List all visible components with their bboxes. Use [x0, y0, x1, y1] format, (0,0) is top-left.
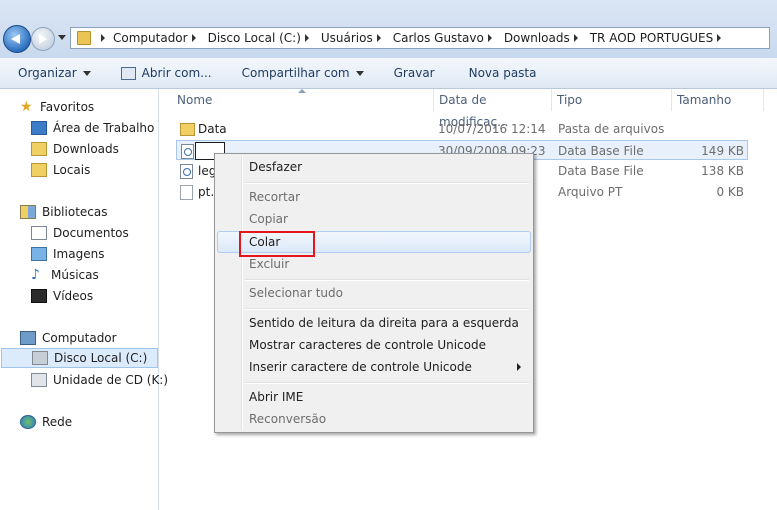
file-type: Pasta de arquivos: [558, 122, 665, 136]
navigation-pane: ★ Favoritos Área de Trabalho Downloads Lo…: [0, 89, 168, 510]
file-type: Arquivo PT: [558, 185, 623, 199]
nav-network[interactable]: Rede: [20, 412, 72, 432]
organize-button[interactable]: Organizar: [18, 66, 91, 80]
menu-item-select-all[interactable]: Selecionar tudo: [217, 282, 531, 304]
submenu-arrow-icon: [517, 363, 521, 371]
nav-computer[interactable]: Computador: [20, 328, 117, 348]
breadcrumb-item[interactable]: Usuários: [321, 31, 389, 45]
documents-icon: [31, 226, 47, 240]
cd-drive-icon: [31, 373, 47, 387]
chevron-down-icon: [355, 70, 364, 76]
menu-separator: [245, 382, 529, 384]
open-with-button[interactable]: Abrir com...: [120, 66, 212, 80]
nav-downloads[interactable]: Downloads: [31, 139, 119, 159]
nav-libraries[interactable]: Bibliotecas: [20, 202, 107, 222]
nav-local-disk[interactable]: Disco Local (C:): [1, 348, 158, 368]
menu-separator: [245, 308, 529, 310]
star-icon: ★: [20, 99, 33, 115]
breadcrumb-item[interactable]: Disco Local (C:): [208, 31, 317, 45]
nav-desktop[interactable]: Área de Trabalho: [31, 118, 154, 138]
file-name: Data: [198, 122, 227, 136]
menu-item-insert-unicode[interactable]: Inserir caractere de controle Unicode: [217, 356, 531, 378]
file-date: 10/07/2016 12:14: [438, 122, 546, 136]
menu-item-copy[interactable]: Copiar: [217, 208, 531, 230]
menu-item-undo[interactable]: Desfazer: [217, 156, 531, 178]
context-menu: Desfazer Recortar Copiar Colar Excluir S…: [214, 153, 534, 433]
file-size: 149 KB: [701, 144, 744, 158]
file-type: Data Base File: [558, 164, 644, 178]
breadcrumb-item[interactable]: TR AOD PORTUGUES: [590, 31, 730, 45]
window-icon: [120, 66, 136, 80]
menu-item-show-unicode[interactable]: Mostrar caracteres de controle Unicode: [217, 334, 531, 356]
chevron-right-icon[interactable]: [101, 34, 105, 42]
chevron-right-icon[interactable]: [191, 34, 196, 42]
column-header-type[interactable]: Tipo: [552, 89, 672, 111]
folder-icon: [77, 31, 91, 45]
recent-pages-dropdown[interactable]: [58, 35, 66, 40]
hard-drive-icon: [32, 351, 48, 365]
file-size: 0 KB: [716, 185, 744, 199]
desktop-icon: [31, 121, 47, 135]
menu-item-open-ime[interactable]: Abrir IME: [217, 386, 531, 408]
chevron-down-icon: [82, 70, 91, 76]
nav-images[interactable]: Imagens: [31, 244, 104, 264]
address-bar-area: Computador Disco Local (C:) Usuários Car…: [0, 0, 777, 58]
annotation-highlight-box: [239, 231, 315, 257]
file-icon: [180, 185, 193, 200]
folder-icon: [180, 123, 195, 136]
command-bar: Organizar Abrir com... Compartilhar com …: [0, 58, 777, 89]
database-file-icon: [181, 144, 194, 159]
chevron-right-icon[interactable]: [376, 34, 381, 42]
nav-favorites[interactable]: ★ Favoritos: [20, 97, 94, 117]
menu-item-reconversion[interactable]: Reconversão: [217, 408, 531, 430]
sort-ascending-icon: [298, 89, 306, 93]
nav-music[interactable]: ♪ Músicas: [31, 265, 99, 285]
libraries-icon: [20, 205, 36, 219]
menu-separator: [245, 279, 529, 281]
back-button[interactable]: [3, 25, 31, 53]
chevron-right-icon[interactable]: [573, 34, 578, 42]
file-size: 138 KB: [701, 164, 744, 178]
column-headers: Nome Data de modificaç... Tipo Tamanho: [159, 89, 777, 129]
nav-cd-drive[interactable]: Unidade de CD (K:): [31, 370, 168, 390]
menu-item-cut[interactable]: Recortar: [217, 186, 531, 208]
menu-item-rtl[interactable]: Sentido de leitura da direita para a esq…: [217, 312, 531, 334]
burn-button[interactable]: Gravar: [394, 66, 435, 80]
forward-button[interactable]: [31, 27, 55, 51]
chevron-right-icon[interactable]: [487, 34, 492, 42]
breadcrumb-item[interactable]: Computador: [113, 31, 204, 45]
new-folder-button[interactable]: Nova pasta: [469, 66, 537, 80]
breadcrumb-item[interactable]: Carlos Gustavo: [393, 31, 500, 45]
nav-documents[interactable]: Documentos: [31, 223, 129, 243]
column-header-date[interactable]: Data de modificaç...: [434, 89, 552, 129]
downloads-folder-icon: [31, 142, 47, 156]
computer-icon: [20, 331, 36, 345]
database-file-icon: [180, 164, 193, 179]
share-with-button[interactable]: Compartilhar com: [242, 66, 364, 80]
music-note-icon: ♪: [31, 267, 40, 283]
chevron-right-icon[interactable]: [304, 34, 309, 42]
places-folder-icon: [31, 163, 47, 177]
images-icon: [31, 247, 47, 261]
nav-videos[interactable]: Vídeos: [31, 286, 93, 306]
nav-places[interactable]: Locais: [31, 160, 90, 180]
chevron-right-icon[interactable]: [717, 34, 722, 42]
breadcrumb-item[interactable]: Downloads: [504, 31, 586, 45]
network-icon: [20, 415, 36, 429]
film-icon: [31, 289, 47, 303]
menu-separator: [245, 182, 529, 184]
column-header-size[interactable]: Tamanho: [672, 89, 764, 111]
breadcrumb[interactable]: Computador Disco Local (C:) Usuários Car…: [70, 27, 770, 49]
file-row[interactable]: Data 10/07/2016 12:14 Pasta de arquivos: [176, 119, 748, 139]
file-type: Data Base File: [558, 144, 644, 158]
